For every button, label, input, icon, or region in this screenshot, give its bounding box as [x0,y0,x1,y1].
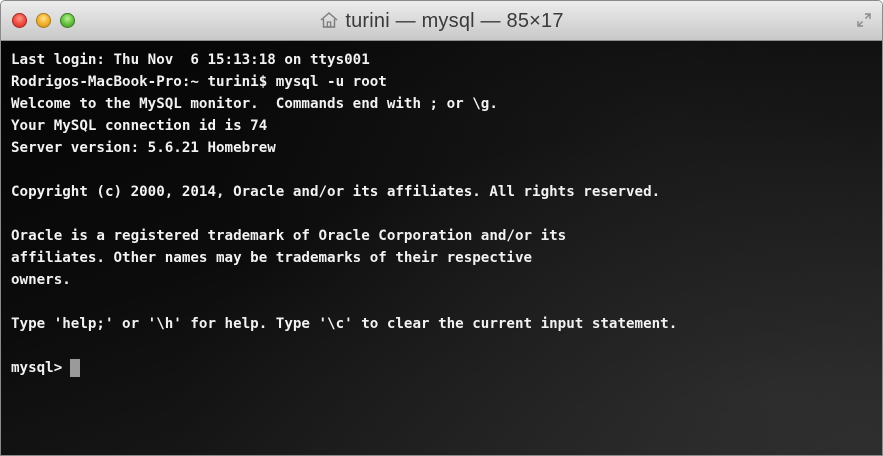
text-cursor [70,359,81,377]
terminal-line-trademark-3: owners. [11,272,71,288]
terminal-line-trademark-2: affiliates. Other names may be trademark… [11,250,533,266]
terminal-line-server-version: Server version: 5.6.21 Homebrew [11,140,276,156]
prompt-line[interactable]: mysql> [11,357,882,379]
terminal-line-copyright: Copyright (c) 2000, 2014, Oracle and/or … [11,184,661,200]
home-icon [320,12,338,28]
terminal-line-last-login: Last login: Thu Nov 6 15:13:18 on ttys00… [11,52,370,68]
terminal-line-welcome: Welcome to the MySQL monitor. Commands e… [11,96,498,112]
terminal-output[interactable]: Last login: Thu Nov 6 15:13:18 on ttys00… [1,41,882,455]
terminal-line-help: Type 'help;' or '\h' for help. Type '\c'… [11,316,678,332]
title-bar[interactable]: turini — mysql — 85×17 [1,1,882,41]
terminal-line-command: Rodrigos-MacBook-Pro:~ turini$ mysql -u … [11,74,387,90]
mysql-prompt: mysql> [11,360,63,376]
window-title-container: turini — mysql — 85×17 [1,1,882,41]
fullscreen-icon[interactable] [856,12,872,28]
window-title: turini — mysql — 85×17 [345,9,564,32]
terminal-line-connection-id: Your MySQL connection id is 74 [11,118,268,134]
terminal-line-trademark-1: Oracle is a registered trademark of Orac… [11,228,567,244]
terminal-window: turini — mysql — 85×17 Last login: Thu N… [0,0,883,456]
